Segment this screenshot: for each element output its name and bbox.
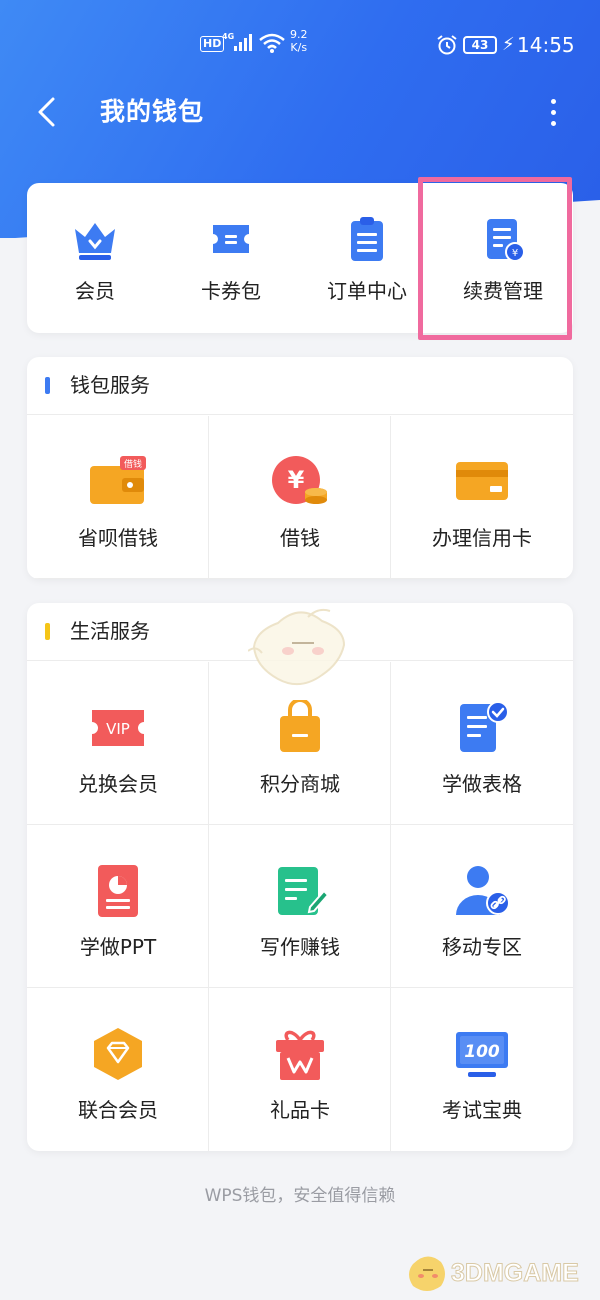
service-item-label: 考试宝典	[442, 1098, 522, 1122]
service-item-label: 写作赚钱	[260, 935, 340, 959]
service-item-joint-membership[interactable]: 联合会员	[27, 988, 209, 1151]
service-item-label: 移动专区	[442, 935, 522, 959]
service-item-gift-card[interactable]: 礼品卡	[209, 988, 391, 1151]
service-item-redeem-membership[interactable]: VIP 兑换会员	[27, 662, 209, 825]
service-item-shengbei-loan[interactable]: 借钱 省呗借钱	[27, 416, 209, 579]
hd-indicator: HD	[200, 36, 225, 52]
service-item-credit-card[interactable]: 办理信用卡	[391, 416, 573, 579]
page-title: 我的钱包	[100, 97, 205, 126]
service-item-label: 借钱	[280, 526, 320, 550]
service-item-label: 联合会员	[78, 1098, 158, 1122]
speed-unit: K/s	[290, 41, 308, 54]
wallet-services-card: 钱包服务 借钱 省呗借钱 ¥ 借钱 办理信用卡	[27, 357, 573, 579]
more-vertical-icon	[550, 98, 556, 104]
yuan-coins-icon: ¥	[272, 456, 327, 504]
user-link-icon	[456, 866, 510, 915]
charging-bolt-icon: ⚡	[502, 34, 515, 55]
watermark-text: 3DMGAME	[451, 1259, 580, 1288]
status-bar: HD 4G 9.2 K/s 43 ⚡ 14:55	[0, 0, 600, 90]
speed-value: 9.2	[290, 28, 308, 41]
quick-action-label: 订单中心	[327, 279, 407, 303]
service-item-label: 办理信用卡	[432, 526, 532, 550]
service-item-label: 兑换会员	[78, 772, 158, 796]
score-monitor-icon: 100	[456, 1032, 508, 1077]
service-item-label: 礼品卡	[270, 1098, 330, 1122]
loan-badge: 借钱	[124, 458, 142, 470]
credit-card-icon	[456, 462, 508, 500]
quick-action-label: 卡券包	[201, 279, 261, 303]
diamond-hexagon-icon	[94, 1028, 142, 1080]
checked-document-icon	[460, 701, 509, 752]
gift-box-icon	[276, 1030, 324, 1080]
more-options-button[interactable]	[540, 94, 566, 130]
service-item-label: 学做表格	[442, 772, 522, 796]
ticket-icon	[213, 225, 249, 253]
section-header: 钱包服务	[27, 357, 573, 415]
service-item-label: 积分商城	[260, 772, 340, 796]
battery-level: 43	[463, 36, 497, 54]
section-title: 钱包服务	[70, 373, 150, 397]
wallet-icon: 借钱	[90, 456, 146, 504]
alarm-clock-icon	[437, 35, 457, 55]
highlight-annotation-box	[418, 177, 572, 340]
clock-time: 14:55	[517, 33, 575, 57]
service-item-learn-ppt[interactable]: 学做PPT	[27, 825, 209, 988]
wifi-icon	[259, 33, 285, 53]
service-item-exam-guide[interactable]: 100 考试宝典	[391, 988, 573, 1151]
cellular-signal-icon: 4G	[222, 32, 252, 51]
section-accent-bar	[45, 377, 50, 394]
ppt-document-icon	[98, 865, 138, 917]
clipboard-icon	[351, 217, 383, 261]
section-title: 生活服务	[70, 619, 150, 643]
service-item-label: 省呗借钱	[78, 526, 158, 550]
service-item-label: 学做PPT	[79, 935, 157, 959]
footer-security-note: WPS钱包，安全值得信赖	[204, 1186, 396, 1206]
edit-document-icon	[278, 867, 330, 915]
quick-action-membership[interactable]: 会员	[27, 183, 163, 333]
shopping-bag-icon	[280, 700, 320, 752]
service-item-write-earn[interactable]: 写作赚钱	[209, 825, 391, 988]
network-type: 4G	[222, 32, 234, 41]
watermark-mascot-icon	[409, 1256, 445, 1291]
service-item-mobile-zone[interactable]: 移动专区	[391, 825, 573, 988]
section-accent-bar	[45, 623, 50, 640]
svg-text:¥: ¥	[288, 466, 305, 494]
quick-action-coupons[interactable]: 卡券包	[163, 183, 299, 333]
vip-ticket-icon: VIP	[92, 710, 144, 746]
quick-action-orders[interactable]: 订单中心	[299, 183, 435, 333]
site-watermark: 3DMGAME	[405, 1248, 595, 1298]
service-item-learn-spreadsheet[interactable]: 学做表格	[391, 662, 573, 825]
mascot-watermark-icon	[248, 608, 346, 686]
chevron-left-icon	[38, 97, 55, 127]
network-speed: 9.2 K/s	[290, 28, 308, 54]
vip-tag: VIP	[106, 720, 130, 738]
score-tag: 100	[464, 1042, 500, 1062]
service-item-borrow[interactable]: ¥ 借钱	[209, 416, 391, 579]
back-button[interactable]	[28, 92, 64, 132]
quick-action-label: 会员	[75, 279, 115, 303]
crown-icon	[75, 223, 115, 260]
